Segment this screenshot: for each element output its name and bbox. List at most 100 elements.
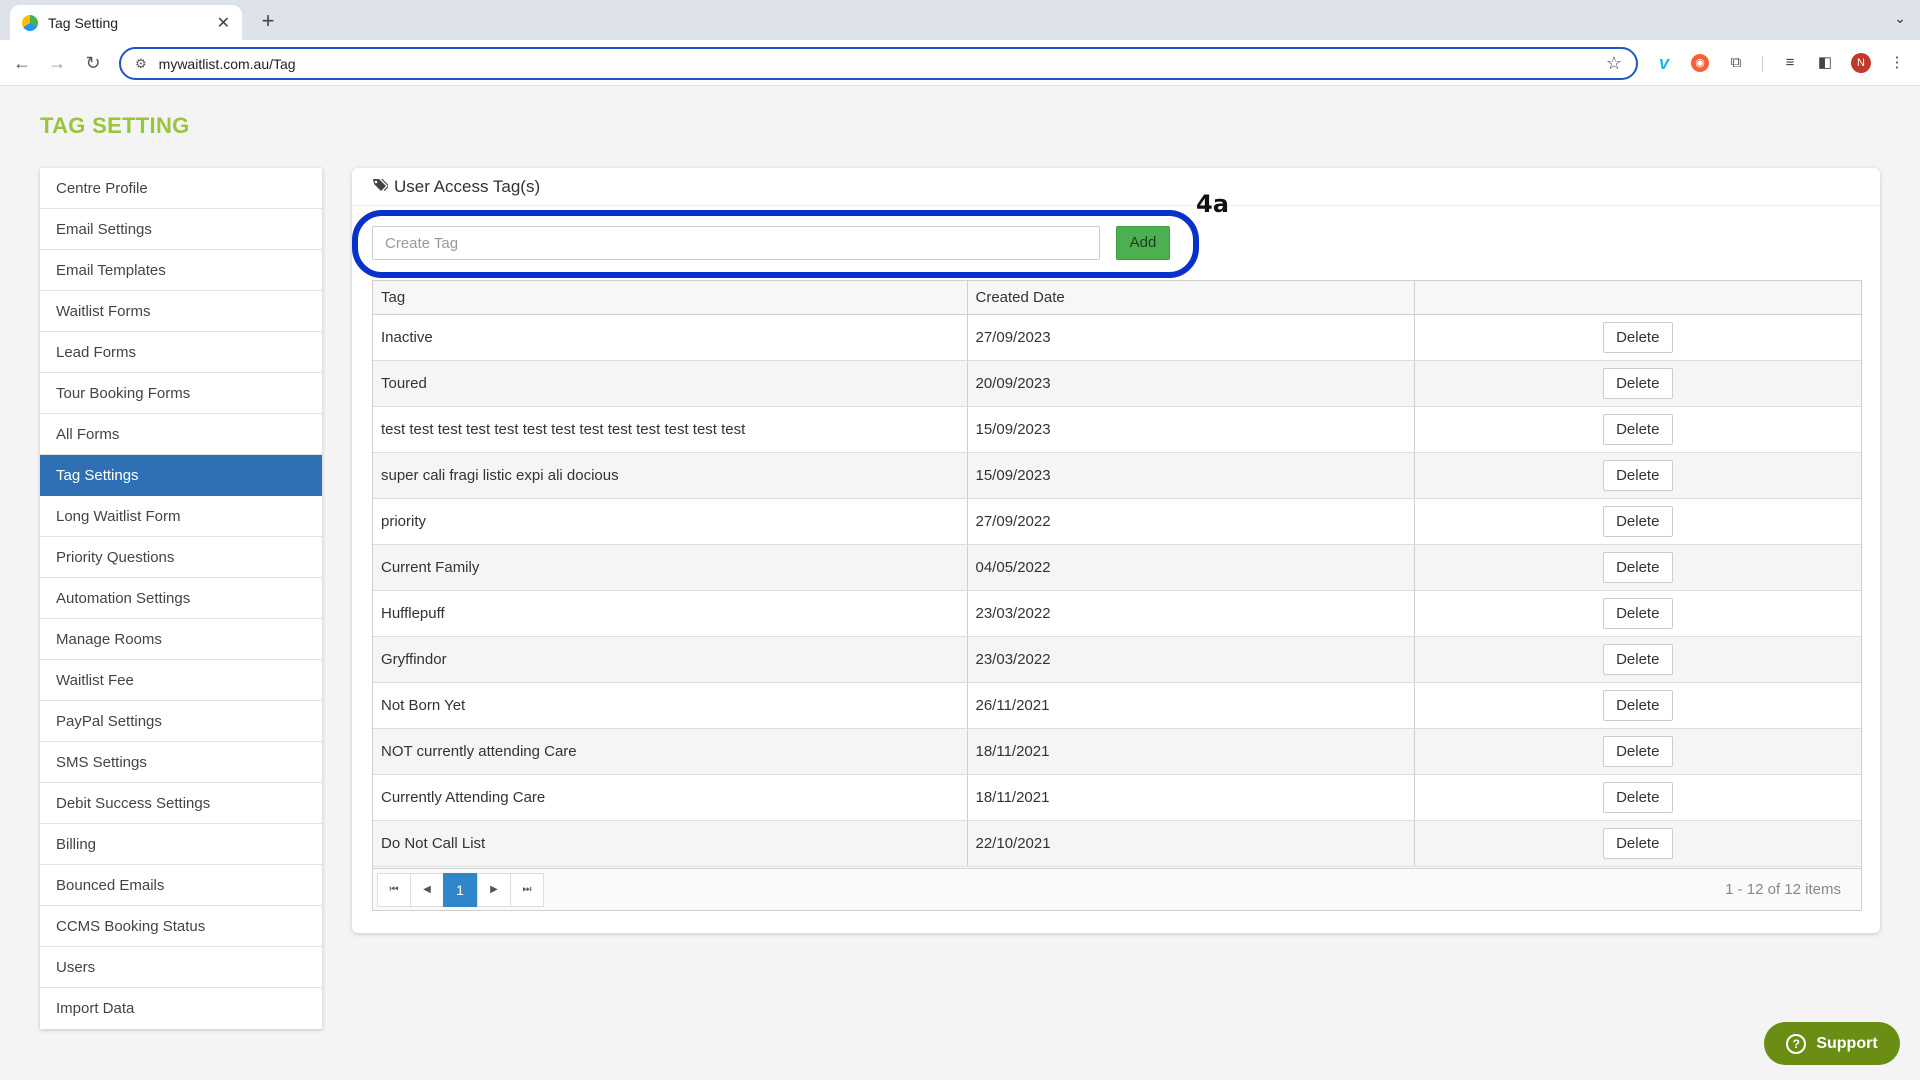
delete-tag-button[interactable]: Delete bbox=[1602, 827, 1673, 859]
tag-name-cell: priority bbox=[373, 498, 968, 545]
sidebar-item-all-forms[interactable]: All Forms bbox=[40, 414, 322, 455]
actions-cell: Delete bbox=[1414, 682, 1861, 729]
bookmark-star-icon[interactable]: ☆ bbox=[1606, 53, 1622, 74]
new-tab-button[interactable]: + bbox=[254, 8, 282, 36]
delete-tag-button[interactable]: Delete bbox=[1602, 597, 1673, 629]
actions-cell: Delete bbox=[1414, 406, 1861, 453]
table-row: Toured 20/09/2023 Delete bbox=[373, 360, 1861, 407]
tag-name-cell: Not Born Yet bbox=[373, 682, 968, 729]
annotation-label: 4a bbox=[1196, 190, 1229, 218]
create-tag-input[interactable] bbox=[372, 226, 1100, 260]
table-row: super cali fragi listic expi ali docious… bbox=[373, 452, 1861, 499]
help-question-icon: ? bbox=[1786, 1033, 1807, 1054]
browser-tab[interactable]: Tag Setting ✕ bbox=[10, 5, 242, 40]
page-title: TAG SETTING bbox=[40, 113, 190, 138]
add-tag-button[interactable]: Add bbox=[1116, 226, 1170, 260]
page-number-button[interactable]: 1 bbox=[443, 873, 477, 907]
delete-tag-button[interactable]: Delete bbox=[1602, 459, 1673, 491]
browser-menu-icon[interactable]: ⋮ bbox=[1886, 52, 1908, 74]
reload-icon[interactable]: ↻ bbox=[82, 52, 104, 74]
sidebar-item-waitlist-fee[interactable]: Waitlist Fee bbox=[40, 660, 322, 701]
sidebar-item-manage-rooms[interactable]: Manage Rooms bbox=[40, 619, 322, 660]
previous-page-icon[interactable]: ◀ bbox=[410, 873, 444, 907]
card-title: User Access Tag(s) bbox=[394, 176, 541, 196]
tags-table-wrapper: Tag Created Date Inactive 27/09/2023 Delet… bbox=[372, 280, 1862, 911]
orange-extension-icon[interactable]: ◉ bbox=[1691, 54, 1709, 72]
pagination-info: 1 - 12 of 12 items bbox=[1725, 881, 1841, 898]
created-date-cell: 20/09/2023 bbox=[967, 360, 1415, 407]
delete-tag-button[interactable]: Delete bbox=[1602, 551, 1673, 583]
sidebar-item-lead-forms[interactable]: Lead Forms bbox=[40, 332, 322, 373]
tag-name-cell: Current Family bbox=[373, 544, 968, 591]
tab-title: Tag Setting bbox=[48, 14, 119, 31]
profile-avatar[interactable]: N bbox=[1851, 53, 1871, 73]
tab-search-icon[interactable]: ⌄ bbox=[1894, 10, 1906, 27]
url-text[interactable]: mywaitlist.com.au/Tag bbox=[159, 56, 1606, 72]
sidebar-item-waitlist-forms[interactable]: Waitlist Forms bbox=[40, 291, 322, 332]
back-icon[interactable]: ← bbox=[11, 52, 33, 74]
sidebar-item-centre-profile[interactable]: Centre Profile bbox=[40, 168, 322, 209]
sidebar-item-priority-questions[interactable]: Priority Questions bbox=[40, 537, 322, 578]
created-date-cell: 15/09/2023 bbox=[967, 452, 1415, 499]
delete-tag-button[interactable]: Delete bbox=[1602, 735, 1673, 767]
delete-tag-button[interactable]: Delete bbox=[1602, 367, 1673, 399]
delete-tag-button[interactable]: Delete bbox=[1602, 643, 1673, 675]
sidebar-item-ccms-booking-status[interactable]: CCMS Booking Status bbox=[40, 906, 322, 947]
actions-cell: Delete bbox=[1414, 590, 1861, 637]
forward-icon[interactable]: → bbox=[46, 52, 68, 74]
sidebar-item-tour-booking-forms[interactable]: Tour Booking Forms bbox=[40, 373, 322, 414]
vimeo-extension-icon[interactable]: v bbox=[1653, 52, 1675, 74]
first-page-icon[interactable]: ⏮ bbox=[377, 873, 411, 907]
table-row: Do Not Call List 22/10/2021 Delete bbox=[373, 820, 1861, 867]
extensions-puzzle-icon[interactable]: ⧉ bbox=[1725, 52, 1747, 74]
media-control-icon[interactable]: ≡ bbox=[1779, 52, 1801, 74]
created-date-cell: 26/11/2021 bbox=[967, 682, 1415, 729]
actions-cell: Delete bbox=[1414, 636, 1861, 683]
delete-tag-button[interactable]: Delete bbox=[1602, 505, 1673, 537]
card-header: User Access Tag(s) bbox=[352, 168, 1880, 206]
sidebar-item-sms-settings[interactable]: SMS Settings bbox=[40, 742, 322, 783]
sidebar-item-billing[interactable]: Billing bbox=[40, 824, 322, 865]
sidebar-item-automation-settings[interactable]: Automation Settings bbox=[40, 578, 322, 619]
column-header-tag[interactable]: Tag bbox=[373, 281, 968, 315]
table-row: test test test test test test test test … bbox=[373, 406, 1861, 453]
sidebar-item-users[interactable]: Users bbox=[40, 947, 322, 988]
sidebar-item-email-templates[interactable]: Email Templates bbox=[40, 250, 322, 291]
delete-tag-button[interactable]: Delete bbox=[1602, 781, 1673, 813]
sidebar-item-tag-settings[interactable]: Tag Settings bbox=[40, 455, 322, 496]
sidebar-item-bounced-emails[interactable]: Bounced Emails bbox=[40, 865, 322, 906]
column-header-created-date[interactable]: Created Date bbox=[967, 281, 1415, 315]
delete-tag-button[interactable]: Delete bbox=[1602, 689, 1673, 721]
side-panel-icon[interactable]: ◧ bbox=[1814, 52, 1836, 74]
sidebar-item-email-settings[interactable]: Email Settings bbox=[40, 209, 322, 250]
browser-toolbar: ← → ↻ ⚙ mywaitlist.com.au/Tag ☆ v ◉ ⧉ ≡ … bbox=[0, 40, 1920, 86]
sidebar-item-paypal-settings[interactable]: PayPal Settings bbox=[40, 701, 322, 742]
address-bar[interactable]: ⚙ mywaitlist.com.au/Tag ☆ bbox=[119, 47, 1638, 80]
sidebar-item-import-data[interactable]: Import Data bbox=[40, 988, 322, 1029]
tag-name-cell: Currently Attending Care bbox=[373, 774, 968, 821]
tags-icon bbox=[372, 178, 390, 196]
next-page-icon[interactable]: ▶ bbox=[477, 873, 511, 907]
support-label: Support bbox=[1816, 1034, 1878, 1052]
tags-card: User Access Tag(s) Add Tag Created Date … bbox=[352, 168, 1880, 933]
tag-name-cell: Do Not Call List bbox=[373, 820, 968, 867]
table-row: Inactive 27/09/2023 Delete bbox=[373, 314, 1861, 361]
table-row: Current Family 04/05/2022 Delete bbox=[373, 544, 1861, 591]
actions-cell: Delete bbox=[1414, 544, 1861, 591]
tag-name-cell: Hufflepuff bbox=[373, 590, 968, 637]
last-page-icon[interactable]: ⏭ bbox=[510, 873, 544, 907]
created-date-cell: 18/11/2021 bbox=[967, 728, 1415, 775]
delete-tag-button[interactable]: Delete bbox=[1602, 321, 1673, 353]
sidebar-item-long-waitlist-form[interactable]: Long Waitlist Form bbox=[40, 496, 322, 537]
create-tag-row: Add bbox=[372, 226, 1572, 262]
close-tab-icon[interactable]: ✕ bbox=[217, 13, 230, 33]
column-header-actions bbox=[1414, 281, 1861, 315]
site-info-icon[interactable]: ⚙ bbox=[135, 56, 147, 72]
actions-cell: Delete bbox=[1414, 452, 1861, 499]
created-date-cell: 22/10/2021 bbox=[967, 820, 1415, 867]
tag-name-cell: Inactive bbox=[373, 314, 968, 361]
support-button[interactable]: ? Support bbox=[1764, 1022, 1900, 1065]
delete-tag-button[interactable]: Delete bbox=[1602, 413, 1673, 445]
table-row: Currently Attending Care 18/11/2021 Delete bbox=[373, 774, 1861, 821]
sidebar-item-debit-success-settings[interactable]: Debit Success Settings bbox=[40, 783, 322, 824]
